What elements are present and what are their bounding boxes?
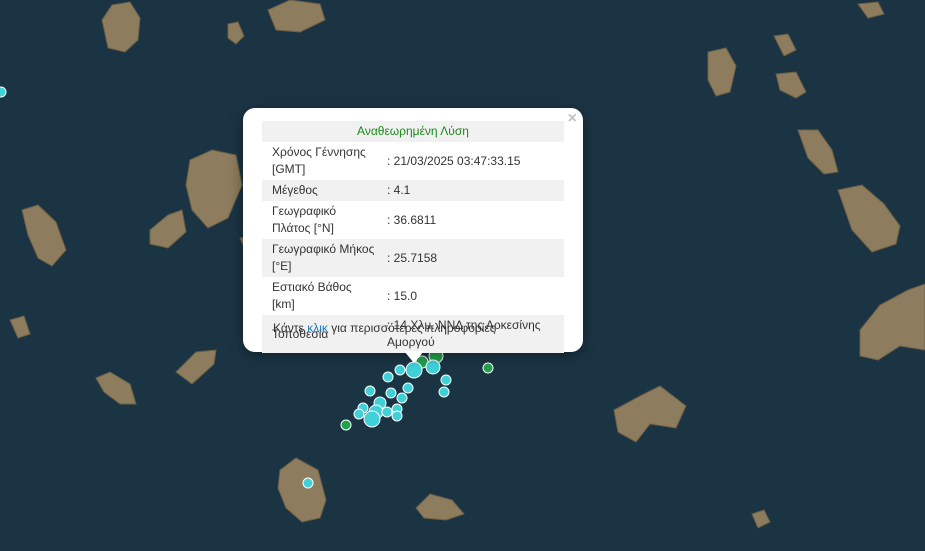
origin-time-value: : 21/03/2025 03:47:33.15	[387, 153, 521, 168]
more-info-suffix: για περισσότερες πληροφορίες	[327, 321, 496, 335]
magnitude-value: : 4.1	[387, 180, 564, 201]
table-row: Χρόνος Γέννησης [GMT] : 21/03/2025 03:47…	[262, 142, 564, 180]
quake-marker	[425, 359, 441, 375]
depth-value: : 15.0	[387, 288, 418, 303]
popup-tip	[404, 351, 424, 363]
quake-marker	[0, 86, 7, 98]
quake-marker	[385, 387, 397, 399]
longitude-value: : 25.7158	[387, 239, 564, 277]
quake-marker	[402, 382, 414, 394]
quake-marker	[382, 371, 394, 383]
table-row: Εστιακό Βάθος [km] : 15.0	[262, 277, 564, 315]
depth-label: Εστιακό Βάθος [km]	[272, 280, 352, 311]
quake-marker	[394, 364, 406, 376]
quake-marker	[391, 410, 403, 422]
quake-marker	[353, 408, 365, 420]
popup-title-row: Αναθεωρημένη Λύση	[262, 121, 564, 142]
quake-marker	[363, 410, 381, 428]
table-row: Γεωγραφικό Μήκος [°E] : 25.7158	[262, 239, 564, 277]
quake-marker	[405, 361, 423, 379]
table-row: Μέγεθος : 4.1	[262, 180, 564, 201]
origin-time-label: Χρόνος Γέννησης [GMT]	[272, 145, 366, 176]
latitude-value: : 36.6811	[387, 212, 437, 227]
quake-marker	[440, 374, 452, 386]
quake-marker	[381, 406, 393, 418]
popup-title: Αναθεωρημένη Λύση	[262, 121, 564, 142]
earthquake-popup: × Αναθεωρημένη Λύση Χρόνος Γέννησης [GMT…	[243, 108, 583, 353]
quake-marker	[482, 362, 494, 374]
table-row: Γεωγραφικό Πλάτος [°N] : 36.6811	[262, 201, 564, 239]
more-info-text: Κάντε κλικ για περισσότερες πληροφορίες	[273, 321, 496, 335]
magnitude-label: Μέγεθος	[262, 180, 387, 201]
quake-marker	[340, 419, 352, 431]
quake-marker	[396, 392, 408, 404]
earthquake-info-table: Αναθεωρημένη Λύση Χρόνος Γέννησης [GMT] …	[262, 121, 564, 353]
quake-marker	[302, 477, 314, 489]
close-icon[interactable]: ×	[568, 110, 577, 128]
quake-marker	[438, 386, 450, 398]
latitude-label: Γεωγραφικό Πλάτος [°N]	[272, 204, 337, 235]
more-info-link[interactable]: κλικ	[307, 321, 328, 335]
longitude-label: Γεωγραφικό Μήκος [°E]	[262, 239, 387, 277]
more-info-prefix: Κάντε	[273, 321, 308, 335]
quake-marker	[364, 385, 376, 397]
